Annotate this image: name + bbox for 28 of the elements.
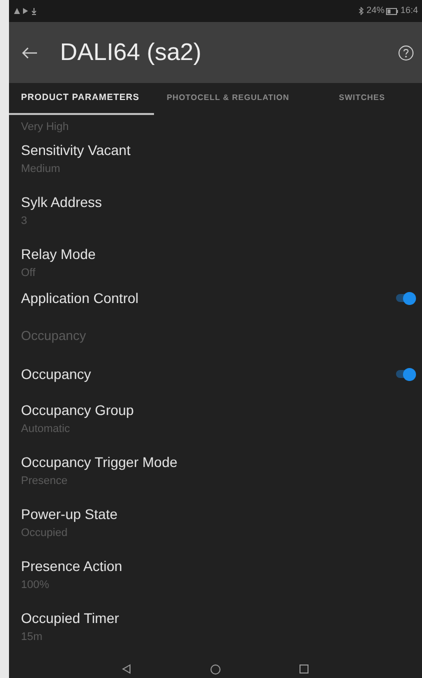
bluetooth-icon [359, 7, 364, 15]
home-icon[interactable] [210, 664, 221, 674]
toggle-switch[interactable] [394, 292, 416, 304]
battery-icon [386, 8, 398, 14]
tab[interactable]: SWITCHES [302, 83, 422, 115]
tab[interactable]: PHOTOCELL & REGULATION [154, 83, 302, 115]
setting-item[interactable]: Occupancy Trigger Mode Presence [21, 445, 416, 497]
back-arrow-icon[interactable] [22, 46, 38, 58]
setting-item[interactable]: Presence Action 100% [21, 549, 416, 601]
setting-item[interactable]: Sensitivity Vacant Medium [21, 133, 416, 185]
setting-label: Application Control [21, 288, 139, 308]
notification-icons [13, 7, 39, 15]
section-heading: Occupancy [21, 327, 86, 346]
setting-label: Occupancy [21, 364, 92, 384]
clock: 16:4 [400, 4, 418, 18]
screen-title: DALI64 (sa2) [60, 38, 202, 68]
battery-percentage: 24% [366, 4, 384, 18]
setting-item[interactable]: Occupied Timer 15m [21, 601, 416, 653]
setting-value: Very High [21, 122, 69, 133]
toggle-switch[interactable] [394, 368, 416, 380]
help-icon[interactable] [398, 44, 414, 60]
setting-item[interactable]: Sylk Address 3 [21, 185, 416, 237]
recents-icon[interactable] [299, 664, 309, 674]
setting-item[interactable]: Relay Mode Off [21, 237, 416, 289]
setting-item[interactable]: Power-up State Occupied [21, 497, 416, 549]
setting-item[interactable]: Occupancy Group Automatic [21, 393, 416, 445]
back-icon[interactable] [122, 664, 132, 674]
tab[interactable]: PRODUCT PARAMETERS [9, 83, 154, 115]
